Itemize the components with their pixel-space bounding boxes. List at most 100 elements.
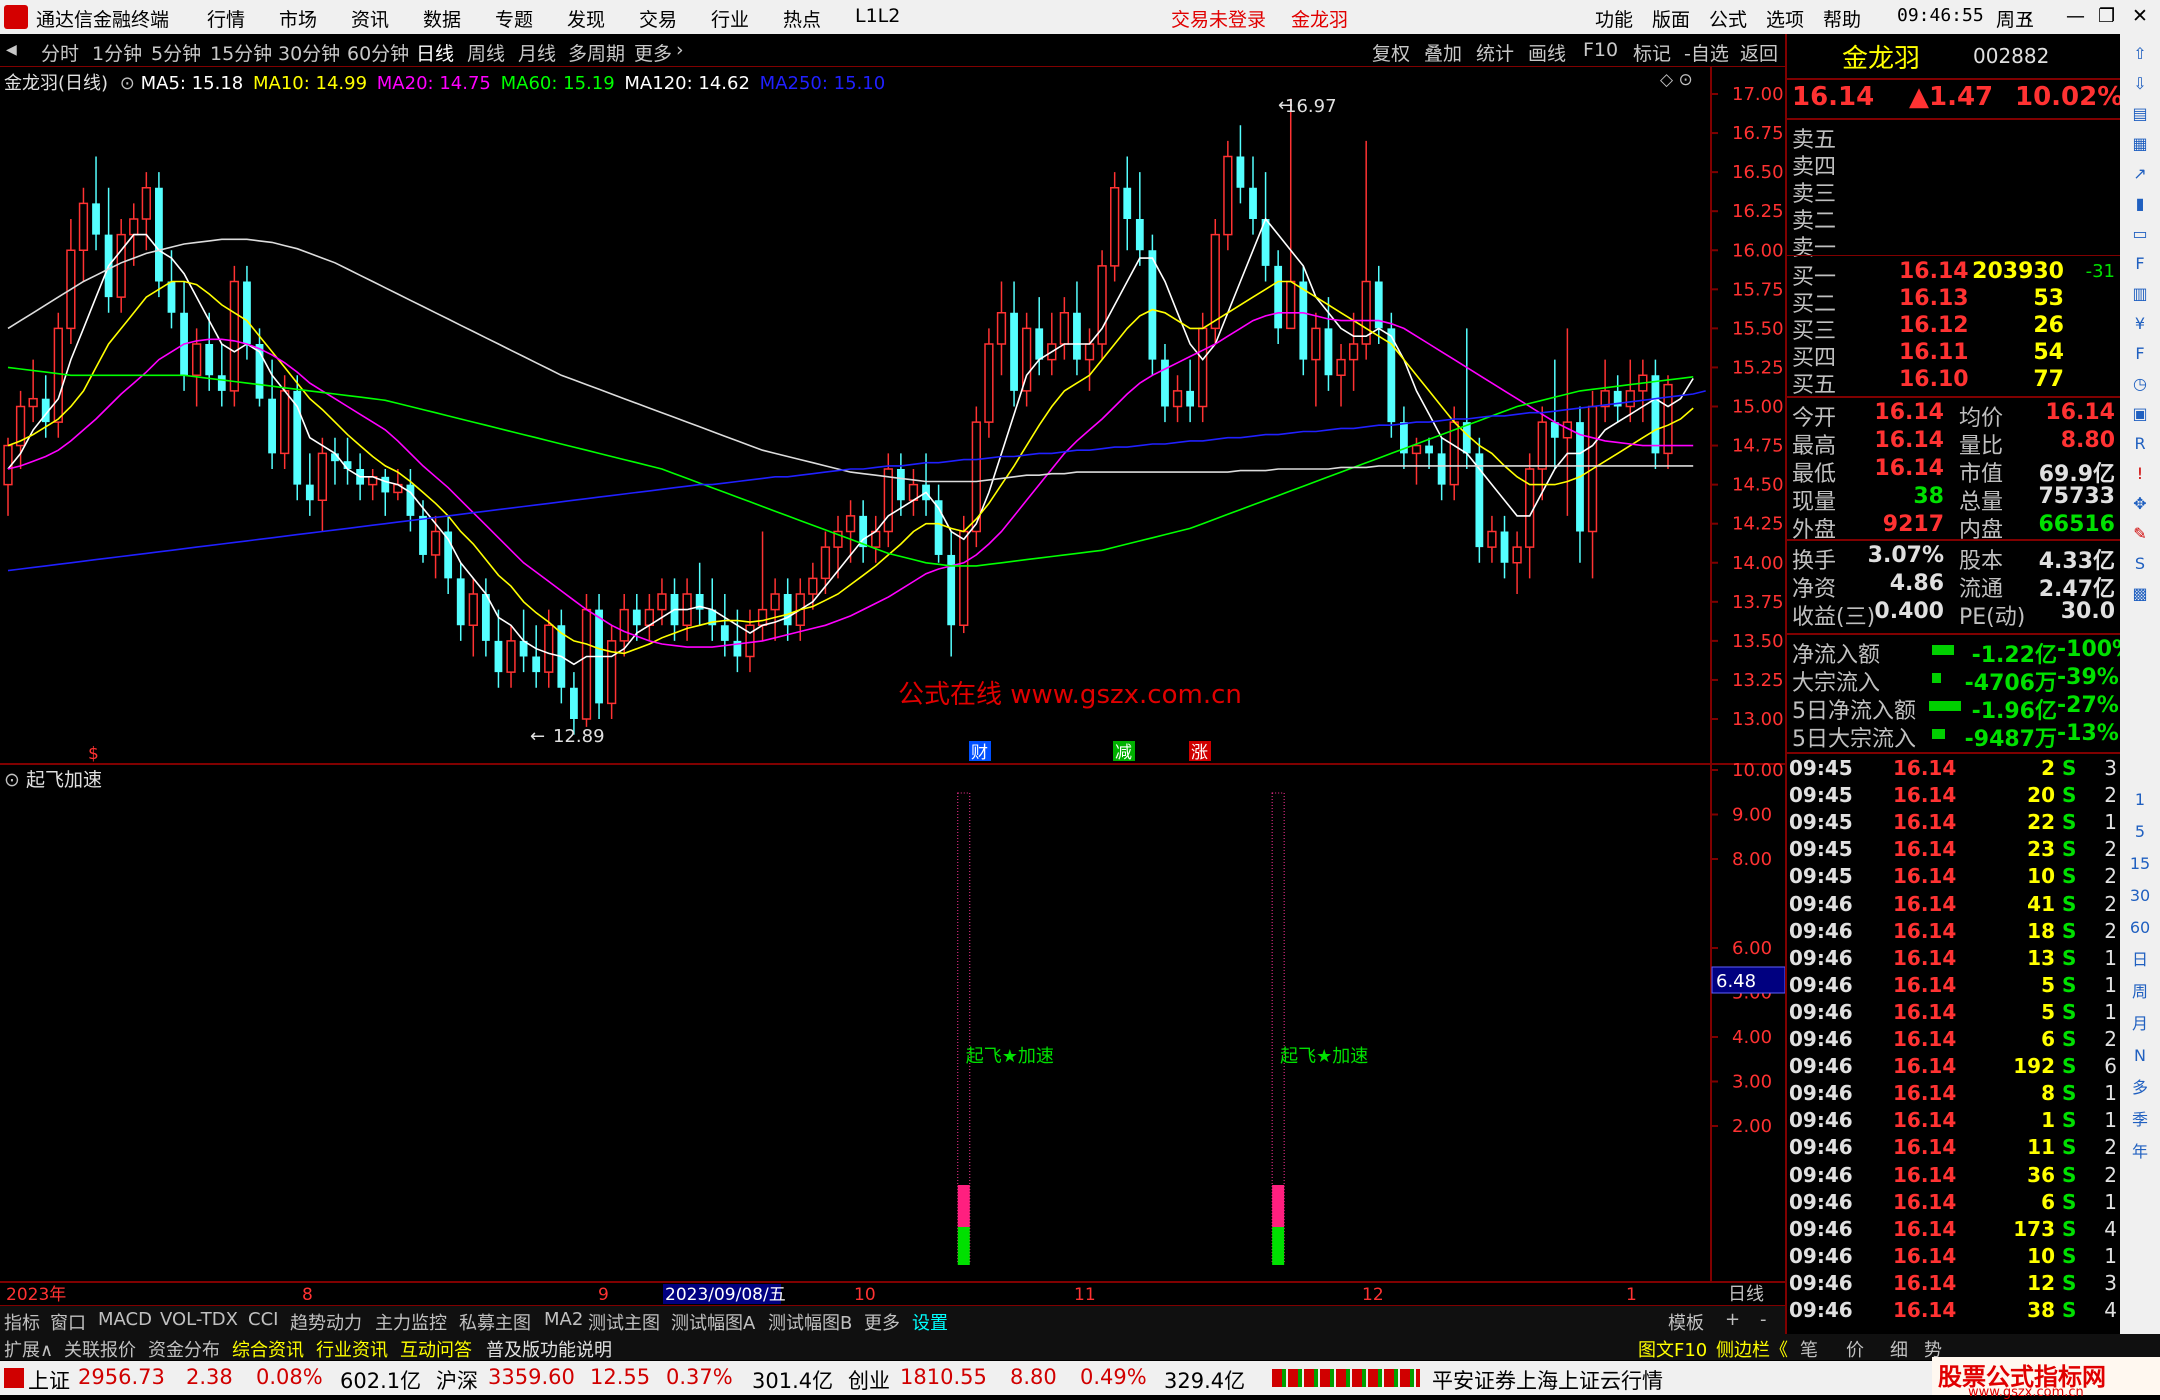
indicator-tab[interactable]: MACD xyxy=(98,1309,152,1330)
arrow-up-icon[interactable]: ⇧ xyxy=(2128,42,2152,66)
index-name[interactable]: 沪深 xyxy=(436,1365,478,1395)
toolbar-button[interactable]: 复权 xyxy=(1372,39,1410,66)
side-period-button[interactable]: N xyxy=(2128,1044,2152,1068)
indicator-tab[interactable]: 测试主图 xyxy=(588,1309,660,1335)
f2-icon[interactable]: F xyxy=(2128,342,2152,366)
menu-item[interactable]: 行情 xyxy=(207,5,245,32)
chevron-right-icon[interactable]: › xyxy=(676,39,684,61)
market-icon[interactable] xyxy=(4,1368,24,1388)
warning-icon[interactable]: ! xyxy=(2128,462,2152,486)
indicator-tab[interactable]: VOL-TDX xyxy=(160,1309,238,1330)
period-tab[interactable]: 多周期 xyxy=(568,39,625,66)
grid-icon[interactable]: ▦ xyxy=(2128,132,2152,156)
period-tab[interactable]: 周线 xyxy=(467,39,505,66)
back-arrow-icon[interactable]: ‹ xyxy=(2024,2,2034,30)
index-name[interactable]: 上证 xyxy=(28,1365,70,1395)
indicator-tab[interactable]: 窗口 xyxy=(50,1309,86,1335)
extension-right-button[interactable]: 笔 xyxy=(1800,1336,1818,1362)
menu-item[interactable]: 发现 xyxy=(567,5,605,32)
event-marker[interactable]: 涨 xyxy=(1191,743,1208,763)
money-icon[interactable]: ¥ xyxy=(2128,312,2152,336)
dropdown-icon[interactable]: ⊙ xyxy=(120,73,135,94)
extension-right-button[interactable]: 价 xyxy=(1846,1336,1864,1362)
period-tab[interactable]: 15分钟 xyxy=(210,39,272,66)
indicator-tab[interactable]: 指标 xyxy=(4,1309,40,1335)
indicator-tab[interactable]: 更多 xyxy=(864,1309,900,1335)
period-tab-more[interactable]: 更多 xyxy=(634,39,672,66)
table-icon[interactable]: ▥ xyxy=(2128,282,2152,306)
indicator-tab[interactable]: CCI xyxy=(248,1309,278,1330)
line-chart-icon[interactable]: ↗ xyxy=(2128,162,2152,186)
menu-item[interactable]: 数据 xyxy=(423,5,461,32)
menu-item[interactable]: 专题 xyxy=(495,5,533,32)
menu-item[interactable]: L1L2 xyxy=(855,5,900,27)
indicator-tab[interactable]: 主力监控 xyxy=(375,1309,447,1335)
close-icon[interactable]: ✕ xyxy=(2132,5,2148,27)
side-period-button[interactable]: 季 xyxy=(2128,1108,2152,1132)
indicator-tab[interactable]: 测试幅图B xyxy=(768,1309,852,1335)
side-period-button[interactable]: 60 xyxy=(2128,916,2152,940)
news-icon[interactable]: ▭ xyxy=(2128,222,2152,246)
extension-tab[interactable]: 普及版功能说明 xyxy=(486,1336,612,1362)
login-status[interactable]: 交易未登录 xyxy=(1171,5,1266,32)
extension-right-button[interactable]: 细 xyxy=(1890,1336,1908,1362)
chart-area[interactable]: 17.0016.7516.5016.2516.0015.7515.5015.25… xyxy=(0,67,1785,1305)
indicator-tab[interactable]: 趋势动力 xyxy=(290,1309,362,1335)
menu-item[interactable]: 资讯 xyxy=(351,5,389,32)
toolbar-button[interactable]: 画线 xyxy=(1528,39,1566,66)
side-period-button[interactable]: 多 xyxy=(2128,1076,2152,1100)
menu-item[interactable]: 帮助 xyxy=(1823,5,1861,32)
indicator-tab[interactable]: 设置 xyxy=(912,1309,948,1335)
menu-item[interactable]: 选项 xyxy=(1766,5,1804,32)
menu-item[interactable]: 版面 xyxy=(1652,5,1690,32)
extension-tab[interactable]: 扩展∧ xyxy=(4,1336,53,1362)
extension-right-button[interactable]: 侧边栏《 xyxy=(1716,1336,1788,1362)
extension-right-button[interactable]: 图文F10 xyxy=(1638,1336,1707,1362)
tab-bar-button[interactable]: + xyxy=(1725,1309,1740,1330)
toolbar-button[interactable]: -自选 xyxy=(1684,39,1729,66)
fs-icon[interactable]: S xyxy=(2128,552,2152,576)
period-tab[interactable]: 分时 xyxy=(41,39,79,66)
tab-bar-button[interactable]: 模板 xyxy=(1668,1309,1704,1335)
period-tab[interactable]: 5分钟 xyxy=(151,39,201,66)
indicator-tab[interactable]: 私募主图 xyxy=(459,1309,531,1335)
extension-tab[interactable]: 综合资讯 xyxy=(232,1336,304,1362)
side-period-button[interactable]: 周 xyxy=(2128,980,2152,1004)
side-period-button[interactable]: 5 xyxy=(2128,820,2152,844)
extension-tab[interactable]: 互动问答 xyxy=(400,1336,472,1362)
f10-icon[interactable]: F xyxy=(2128,252,2152,276)
arrow-down-icon[interactable]: ⇩ xyxy=(2128,72,2152,96)
indicator-name[interactable]: 起飞加速 xyxy=(26,769,102,791)
period-tab[interactable]: 月线 xyxy=(518,39,556,66)
event-marker[interactable]: 减 xyxy=(1115,743,1132,763)
side-period-button[interactable]: 年 xyxy=(2128,1140,2152,1164)
menu-item[interactable]: 公式 xyxy=(1709,5,1747,32)
side-period-button[interactable]: 15 xyxy=(2128,852,2152,876)
index-name[interactable]: 创业 xyxy=(848,1365,890,1395)
period-tab-active[interactable]: 日线 xyxy=(416,39,454,66)
menu-item[interactable]: 行业 xyxy=(711,5,749,32)
rsi-icon[interactable]: R xyxy=(2128,432,2152,456)
clock-icon[interactable]: ◷ xyxy=(2128,372,2152,396)
toolbar-button[interactable]: 返回 xyxy=(1740,39,1778,66)
side-period-button[interactable]: 1 xyxy=(2128,788,2152,812)
calendar-icon[interactable]: ▩ xyxy=(2128,582,2152,606)
collapse-icon[interactable]: ◀ xyxy=(6,42,17,58)
event-marker[interactable]: 财 xyxy=(971,743,988,763)
minimize-icon[interactable]: — xyxy=(2066,5,2085,27)
toolbar-button[interactable]: F10 xyxy=(1583,39,1618,61)
extension-tab[interactable]: 行业资讯 xyxy=(316,1336,388,1362)
extension-tab[interactable]: 关联报价 xyxy=(64,1336,136,1362)
restore-icon[interactable]: ❐ xyxy=(2098,5,2115,27)
move-icon[interactable]: ✥ xyxy=(2128,492,2152,516)
toolbar-button[interactable]: 叠加 xyxy=(1424,39,1462,66)
side-period-button[interactable]: 月 xyxy=(2128,1012,2152,1036)
menu-item[interactable]: 功能 xyxy=(1595,5,1633,32)
pen-icon[interactable]: ✎ xyxy=(2128,522,2152,546)
indicator-tab[interactable]: 测试幅图A xyxy=(671,1309,755,1335)
event-marker[interactable]: $ xyxy=(88,744,99,764)
toolbar-button[interactable]: 统计 xyxy=(1476,39,1514,66)
toolbar-button[interactable]: 标记 xyxy=(1633,39,1671,66)
database-icon[interactable]: ▣ xyxy=(2128,402,2152,426)
extension-tab[interactable]: 资金分布 xyxy=(148,1336,220,1362)
